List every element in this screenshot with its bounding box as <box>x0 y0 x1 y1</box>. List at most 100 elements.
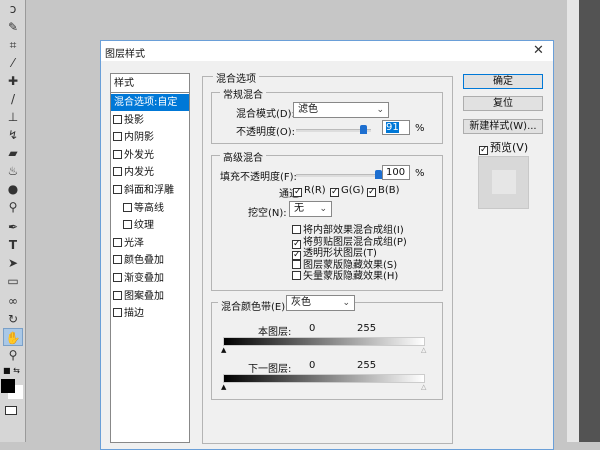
preview-checkbox[interactable]: ✓ 预览(V) <box>479 139 528 155</box>
checkbox-icon[interactable] <box>123 202 132 212</box>
underlying-layer-gradient[interactable] <box>223 374 425 383</box>
eyedropper-tool-icon[interactable]: ⁄ <box>3 54 23 72</box>
dialog-title: 图层样式 <box>105 49 145 60</box>
fill-opacity-input[interactable]: 100 <box>382 165 410 180</box>
style-item[interactable]: 等高线 <box>123 200 164 217</box>
3d-rotate-tool-icon[interactable]: ∞ <box>3 292 23 310</box>
blending-options-title: 混合选项 <box>213 70 259 85</box>
checkbox-icon[interactable] <box>113 149 122 159</box>
layer-style-dialog: 图层样式 ✕ 样式 混合选项:自定 投影 内阴影 外发光 内发光 斜面和浮雕 等高线 纹理 光泽… <box>100 40 554 450</box>
chevron-down-icon: ⌄ <box>342 298 350 308</box>
dodge-tool-icon[interactable]: ⚲ <box>3 198 23 216</box>
blend-mode-label: 混合模式(D): <box>236 109 295 120</box>
checkbox-icon[interactable] <box>113 290 122 300</box>
chevron-down-icon: ⌄ <box>319 204 327 214</box>
healing-tool-icon[interactable]: ✚ <box>3 72 23 90</box>
panel-dock <box>579 0 600 442</box>
brush-tool-icon[interactable]: / <box>3 90 23 108</box>
checkbox-icon[interactable] <box>113 237 122 247</box>
ok-button[interactable]: 确定 <box>463 74 543 89</box>
checkbox-icon[interactable] <box>113 185 122 194</box>
style-item[interactable]: 混合选项:自定 <box>111 94 189 111</box>
reset-button[interactable]: 复位 <box>463 96 543 111</box>
quick-mask-icon[interactable] <box>5 406 17 415</box>
blend-if-label: 混合颜色带(E): <box>218 298 292 313</box>
this-layer-gradient[interactable] <box>223 337 425 346</box>
fill-opacity-slider[interactable] <box>296 170 382 179</box>
stamp-tool-icon[interactable]: ⊥ <box>3 108 23 126</box>
blending-options-group: 混合选项 常规混合 混合模式(D): 滤色 ⌄ 不透明度(O): 91 % 高级混… <box>202 70 453 444</box>
fill-opacity-label: 填充不透明度(F): <box>220 172 297 183</box>
close-icon[interactable]: ✕ <box>533 43 544 58</box>
checkbox-icon: ✓ <box>293 187 302 197</box>
style-item[interactable]: 颜色叠加 <box>113 252 164 269</box>
checkbox-icon[interactable] <box>113 273 122 282</box>
checkbox-icon <box>292 271 301 280</box>
this-layer-white-slider[interactable]: △ <box>421 346 426 354</box>
styles-list: 样式 混合选项:自定 投影 内阴影 外发光 内发光 斜面和浮雕 等高线 纹理 光泽 颜色叠加 渐变叠… <box>110 73 190 443</box>
foreground-color-swatch[interactable] <box>1 379 15 393</box>
chevron-down-icon: ⌄ <box>376 105 384 115</box>
channel-checkbox[interactable]: ✓ B(B) <box>367 185 400 197</box>
knockout-select[interactable]: 无 ⌄ <box>289 201 332 217</box>
checkbox-icon: ✓ <box>479 145 488 155</box>
advanced-blending-title: 高级混合 <box>220 149 266 164</box>
opacity-slider-thumb[interactable] <box>360 125 368 134</box>
style-item[interactable]: 光泽 <box>113 235 144 252</box>
checkbox-icon[interactable] <box>113 308 122 318</box>
this-layer-black-slider[interactable]: ▲ <box>221 346 226 354</box>
checkbox-icon[interactable] <box>113 114 122 124</box>
preview-swatch <box>478 156 529 209</box>
3d-orbit-tool-icon[interactable]: ↻ <box>3 310 23 328</box>
checkbox-icon[interactable] <box>113 167 122 177</box>
checkbox-icon: ✓ <box>330 187 339 197</box>
new-style-button[interactable]: 新建样式(W)... <box>463 119 543 134</box>
quick-select-tool-icon[interactable]: ✎ <box>3 18 23 36</box>
path-select-tool-icon[interactable]: ➤ <box>3 254 23 272</box>
underlying-white-slider[interactable]: △ <box>421 383 426 391</box>
checkbox-icon[interactable] <box>113 255 122 265</box>
history-brush-tool-icon[interactable]: ↯ <box>3 126 23 144</box>
underlying-layer-label: 下一图层: <box>248 364 292 375</box>
eraser-tool-icon[interactable]: ▰ <box>3 144 23 162</box>
underlying-black-slider[interactable]: ▲ <box>221 383 226 391</box>
zoom-tool-icon[interactable]: ⚲ <box>3 346 23 364</box>
style-item[interactable]: 内发光 <box>113 164 154 181</box>
this-layer-high: 255 <box>357 323 377 334</box>
style-item[interactable]: 斜面和浮雕 <box>113 182 174 199</box>
style-item[interactable]: 描边 <box>113 305 144 322</box>
channel-checkbox[interactable]: ✓ R(R) <box>293 185 326 197</box>
style-item[interactable]: 内阴影 <box>113 129 154 146</box>
blend-if-select[interactable]: 灰色 ⌄ <box>286 295 355 311</box>
swap-colors-icon[interactable]: ■ ⇆ <box>3 366 20 375</box>
style-item[interactable]: 渐变叠加 <box>113 270 164 287</box>
opacity-unit: % <box>415 123 425 134</box>
style-item[interactable]: 投影 <box>113 112 144 129</box>
rectangle-tool-icon[interactable]: ▭ <box>3 272 23 290</box>
checkbox-icon[interactable] <box>123 220 132 230</box>
channel-checkbox[interactable]: ✓ G(G) <box>330 185 364 197</box>
blend-if-group: 混合颜色带(E): 灰色 ⌄ 本图层: 0 255 ▲ △ 下一图层: 0 255… <box>211 295 443 400</box>
knockout-label: 挖空(N): <box>248 208 287 219</box>
advanced-blending-group: 高级混合 填充不透明度(F): 100 % 通道: ✓ R(R) ✓ G(G) ✓ B(B… <box>211 149 443 291</box>
opacity-input[interactable]: 91 <box>382 120 410 135</box>
underlying-layer-low: 0 <box>309 360 316 371</box>
fill-opacity-slider-thumb[interactable] <box>375 170 382 179</box>
blend-mode-select[interactable]: 滤色 ⌄ <box>293 102 389 118</box>
crop-tool-icon[interactable]: ⌗ <box>3 36 23 54</box>
fill-opacity-unit: % <box>415 168 425 179</box>
checkbox-icon[interactable] <box>113 132 122 142</box>
advanced-option-checkbox[interactable]: 矢量蒙版隐藏效果(H) <box>292 267 398 282</box>
style-item[interactable]: 纹理 <box>123 217 154 234</box>
opacity-slider[interactable] <box>296 125 371 134</box>
hand-tool-icon[interactable]: ✋ <box>3 328 23 346</box>
blur-tool-icon[interactable]: ● <box>3 180 23 198</box>
pen-tool-icon[interactable]: ✒ <box>3 218 23 236</box>
type-tool-icon[interactable]: T <box>3 236 23 254</box>
paint-bucket-tool-icon[interactable]: ♨ <box>3 162 23 180</box>
lasso-tool-icon[interactable]: ↄ <box>3 0 23 18</box>
style-item[interactable]: 图案叠加 <box>113 288 164 305</box>
style-item[interactable]: 外发光 <box>113 147 154 164</box>
tools-panel: ↄ ✎ ⌗ ⁄ ✚ / ⊥ ↯ ▰ ♨ ● ⚲ ✒ T ➤ ▭ ∞ ↻ ✋ ⚲ … <box>0 0 26 442</box>
checkbox-icon: ✓ <box>367 187 376 197</box>
